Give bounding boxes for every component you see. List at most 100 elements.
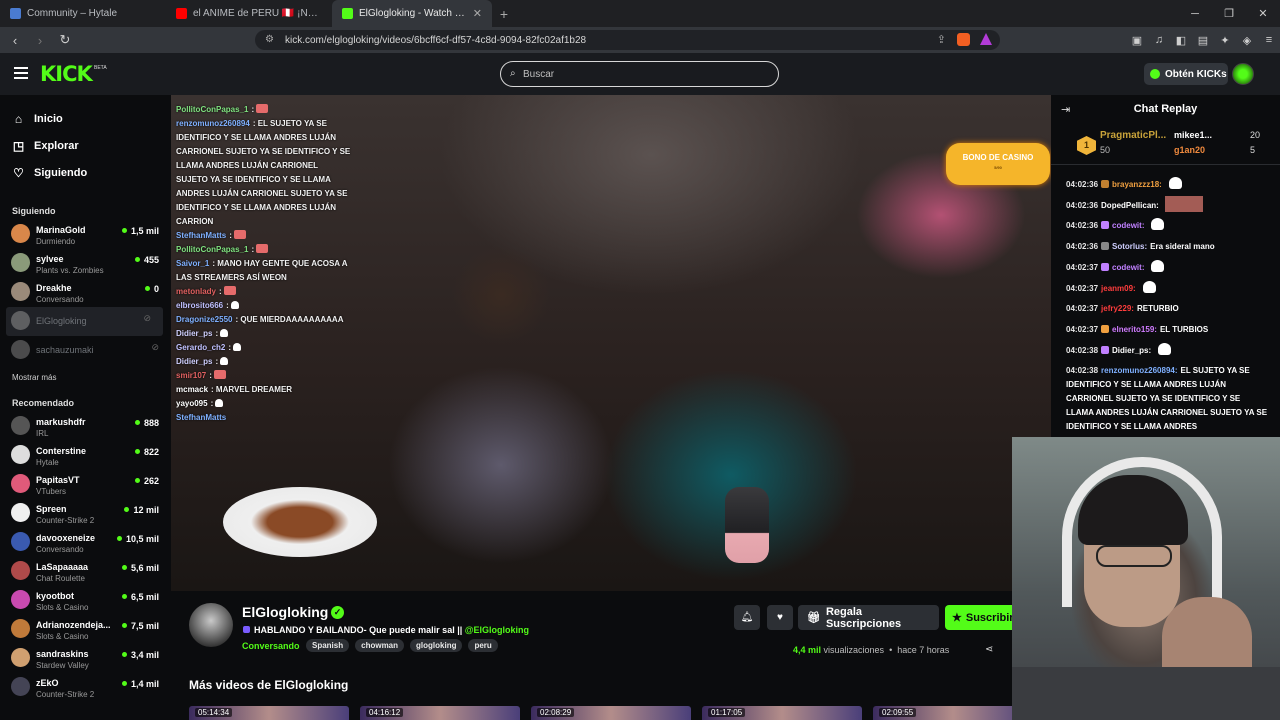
stream-tag[interactable]: Spanish: [306, 639, 350, 652]
gift-subs-button[interactable]: 🎁︎ Regala Suscripciones: [798, 605, 939, 630]
stream-tag[interactable]: glogloking: [410, 639, 463, 652]
url-field[interactable]: ⚙ kick.com/elglogloking/videos/6bcff6cf-…: [255, 30, 1000, 50]
stream-tag[interactable]: chowman: [355, 639, 405, 652]
emote-icon: [223, 286, 236, 295]
kick-logo[interactable]: KICK: [40, 62, 93, 86]
main-nav: ⌂ Inicio ◳ Explorar ♡ Siguiendo: [0, 95, 171, 186]
sidebar-channel[interactable]: Dreakhe Conversando 0: [0, 278, 171, 307]
webcam-overlay: [1012, 437, 1280, 720]
menu-icon[interactable]: ≡: [1258, 34, 1280, 46]
nav-inicio[interactable]: ⌂ Inicio: [0, 105, 171, 132]
tab-youtube[interactable]: el ANIME de PERU 🇵🇪 ¡Nuevo REPE: [166, 0, 332, 27]
brave-rewards-icon[interactable]: [980, 33, 992, 45]
search-input[interactable]: ⌕ Buscar: [500, 61, 779, 87]
sidebar-channel[interactable]: davooxeneize Conversando 10,5 mil: [0, 528, 171, 557]
streamer-name[interactable]: ElGlogloking: [242, 604, 328, 620]
stream-tag[interactable]: peru: [468, 639, 498, 652]
chat-username[interactable]: codewit:: [1112, 221, 1144, 230]
sidebar-channel[interactable]: PapitasVT VTubers 262: [0, 470, 171, 499]
sidebar-channel[interactable]: Adrianozendeja... Slots & Casino 7,5 mil: [0, 615, 171, 644]
video-thumbnail[interactable]: 02:08:29: [531, 706, 691, 720]
chat-username[interactable]: elnerito159:: [1112, 325, 1157, 334]
close-tab-icon[interactable]: ✕: [473, 7, 482, 20]
leaderboard-second-name[interactable]: mikee1...: [1174, 130, 1212, 140]
brave-shields-icon[interactable]: [957, 33, 970, 46]
video-player[interactable]: BONO DE CASINO 5/90 PollitoConPapas_1: re…: [171, 95, 1051, 591]
chat-username[interactable]: Sotorlus:: [1112, 242, 1147, 251]
more-videos-title: Más videos de ElGlogloking: [189, 678, 349, 692]
sidebar-channel-offline[interactable]: sachauzumaki ⊘: [0, 336, 171, 365]
forward-icon[interactable]: ›: [30, 33, 50, 48]
sidebar-channel[interactable]: Conterstine Hytale 822: [0, 441, 171, 470]
stream-category[interactable]: Conversando: [242, 641, 300, 651]
hamburger-menu-icon[interactable]: [14, 67, 28, 79]
person-shirt: [1012, 667, 1280, 720]
stream-title-mention[interactable]: @ElGlogloking: [465, 625, 529, 635]
chat-username[interactable]: DopedPellican:: [1101, 201, 1159, 210]
leaderboard-first-name[interactable]: PragmaticPl...: [1100, 130, 1166, 141]
sidebar-channel[interactable]: sylvee Plants vs. Zombies 455: [0, 249, 171, 278]
chat-username[interactable]: Didier_ps:: [1112, 346, 1151, 355]
video-thumbnail[interactable]: 05:14:34: [189, 706, 349, 720]
tab-hytale[interactable]: Community – Hytale: [0, 0, 166, 27]
share-icon[interactable]: ⇪: [937, 33, 946, 46]
overlay-chat-user: Gerardo_ch2: [176, 343, 226, 352]
chat-username[interactable]: jefry229:: [1101, 304, 1134, 313]
minimize-icon[interactable]: ─: [1178, 8, 1212, 20]
notifications-button[interactable]: 🔔︎: [734, 605, 760, 630]
sidebar-channel[interactable]: Spreen Counter-Strike 2 12 mil: [0, 499, 171, 528]
vpn-icon[interactable]: ◈: [1236, 34, 1258, 47]
video-thumbnail[interactable]: 01:17:05: [702, 706, 862, 720]
chat-username[interactable]: codewit:: [1112, 263, 1144, 272]
chat-username[interactable]: jeanm09:: [1101, 284, 1136, 293]
sidebar-icon[interactable]: ◧: [1170, 34, 1192, 47]
channel-viewers: 455: [135, 255, 159, 265]
channel-category: IRL: [36, 429, 49, 438]
screenshot-icon[interactable]: ▣: [1126, 34, 1148, 47]
follow-button[interactable]: ♥: [767, 605, 793, 630]
media-icon[interactable]: ♫: [1148, 34, 1170, 46]
overlay-chat-user: StefhanMatts: [176, 413, 227, 422]
close-window-icon[interactable]: ✕: [1246, 7, 1280, 20]
restore-icon[interactable]: ❐: [1212, 7, 1246, 20]
chat-message: 04:02:38 Didier_ps:: [1066, 341, 1270, 362]
channel-viewers: 0: [145, 284, 159, 294]
show-more-link[interactable]: Mostrar más: [0, 373, 171, 382]
address-bar: ‹ › ↻ ⚙ kick.com/elglogloking/videos/6bc…: [0, 27, 1280, 53]
sidebar-channel[interactable]: kyootbot Slots & Casino 6,5 mil: [0, 586, 171, 615]
sidebar-channel-offline[interactable]: ElGlogloking ⊘: [6, 307, 163, 336]
chat-username[interactable]: brayanzzz18:: [1112, 180, 1162, 189]
nav-explorar[interactable]: ◳ Explorar: [0, 132, 171, 159]
get-kicks-button[interactable]: Obtén KICKs: [1144, 63, 1228, 85]
heart-icon: ♡: [13, 165, 24, 180]
get-kicks-label: Obtén KICKs: [1165, 68, 1227, 80]
back-icon[interactable]: ‹: [5, 33, 25, 48]
reload-icon[interactable]: ↻: [55, 32, 75, 48]
sidebar-channel[interactable]: LaSapaaaaa Chat Roulette 5,6 mil: [0, 557, 171, 586]
channel-avatar: [11, 340, 30, 359]
tab-kick[interactable]: ElGlogloking - Watch the VOD ✕: [332, 0, 492, 27]
wallet-icon[interactable]: ▤: [1192, 34, 1214, 47]
overlay-chat-line: Dragonize2550: QUE MIERDAAAAAAAAAA: [171, 313, 351, 327]
chat-message: 04:02:36 codewit:: [1066, 216, 1270, 237]
sidebar-channel[interactable]: zEkO Counter-Strike 2 1,4 mil: [0, 673, 171, 702]
sidebar-channel[interactable]: MarinaGold Durmiendo 1,5 mil: [0, 220, 171, 249]
share-icon[interactable]: ⋖: [985, 644, 993, 655]
site-info-icon[interactable]: ⚙: [265, 34, 274, 45]
video-thumbnail[interactable]: 02:09:55: [873, 706, 1033, 720]
sidebar-channel[interactable]: sandraskins Stardew Valley 3,4 mil: [0, 644, 171, 673]
user-avatar[interactable]: [1232, 63, 1254, 85]
streamer-avatar[interactable]: [189, 603, 233, 647]
channel-category: Chat Roulette: [36, 574, 85, 583]
video-thumbnail[interactable]: 04:16:12: [360, 706, 520, 720]
nav-siguiendo[interactable]: ♡ Siguiendo: [0, 159, 171, 186]
leaderboard-third-name[interactable]: g1an20: [1174, 145, 1205, 155]
chat-username[interactable]: renzomunoz260894:: [1101, 366, 1177, 375]
leo-icon[interactable]: ✦: [1214, 34, 1236, 47]
channel-avatar: [11, 416, 30, 435]
new-tab-button[interactable]: +: [492, 6, 516, 22]
channel-category: Slots & Casino: [36, 603, 89, 612]
leaderboard-first-value: 50: [1100, 145, 1111, 155]
subscribe-button[interactable]: ★Suscribirse: [945, 605, 1013, 630]
sidebar-channel[interactable]: markushdfr IRL 888: [0, 412, 171, 441]
